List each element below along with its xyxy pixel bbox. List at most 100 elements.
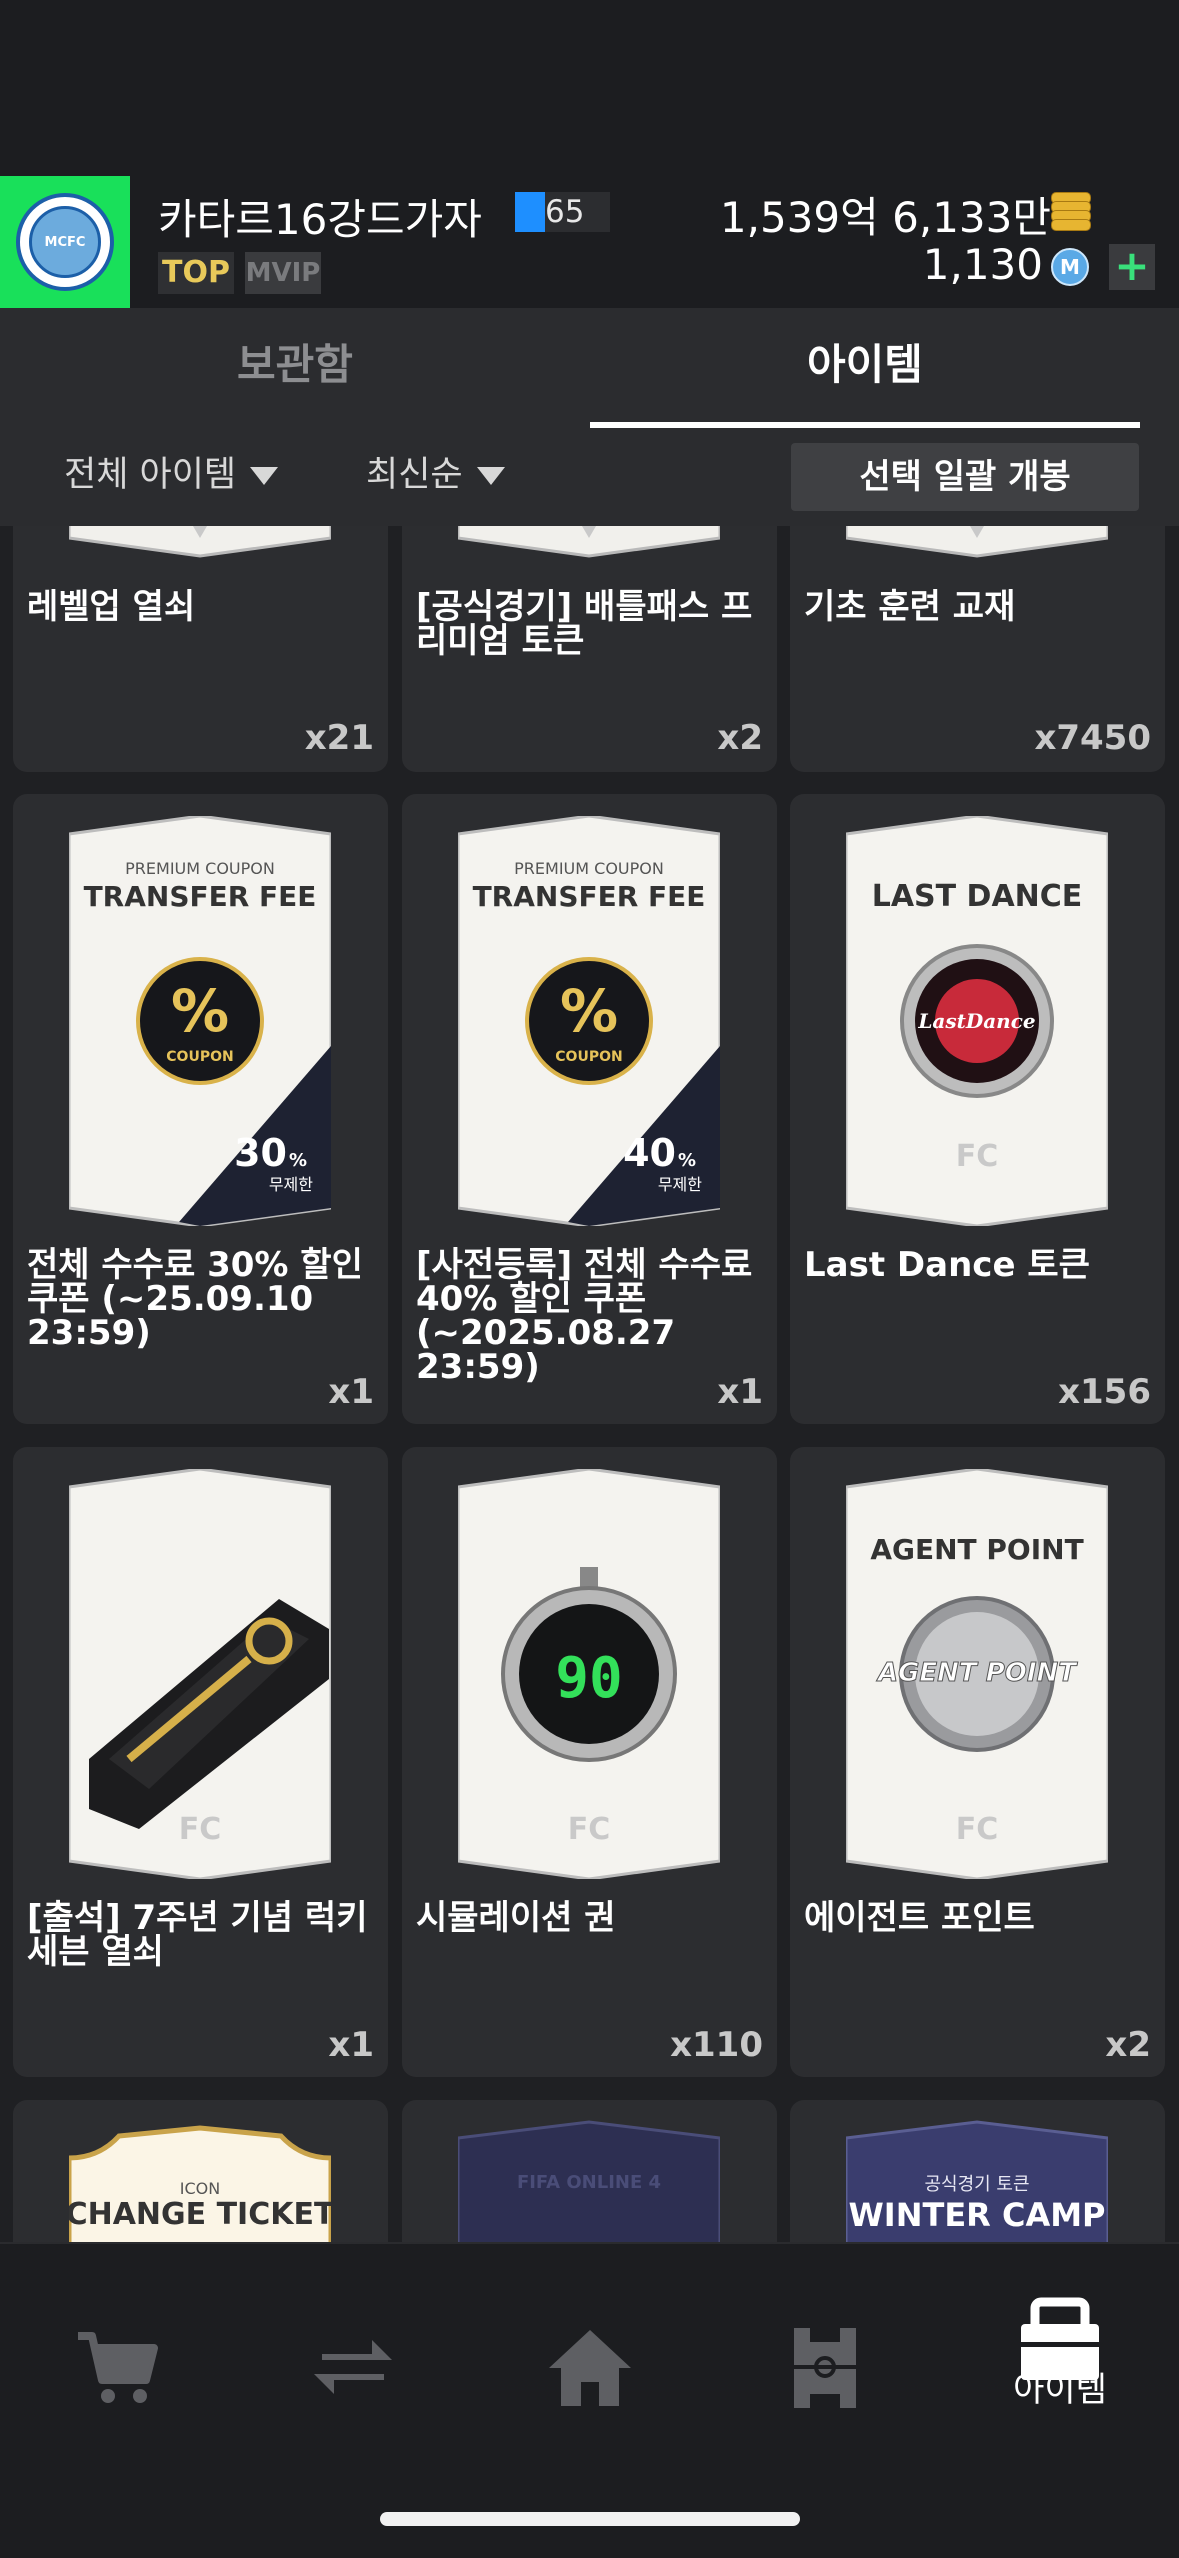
- item-card-art: [458, 526, 720, 558]
- item-name: 기초 훈련 교재: [804, 587, 1016, 627]
- item-card[interactable]: 90 FC 시뮬레이션 권 x110: [402, 1447, 777, 2077]
- card-subtitle: PREMIUM COUPON: [514, 859, 664, 878]
- item-card[interactable]: PREMIUM COUPON TRANSFER FEE % COUPON 40 …: [402, 794, 777, 1424]
- item-card[interactable]: 기초 훈련 교재 x7450: [790, 526, 1165, 772]
- tab-items[interactable]: 아이템: [590, 308, 1140, 428]
- top-badge: TOP: [158, 252, 234, 294]
- item-quantity: x21: [304, 718, 374, 758]
- item-name: [사전등록] 전체 수수료 40% 할인 쿠폰 (~2025.08.27 23:…: [416, 1245, 753, 1387]
- tab-storage[interactable]: 보관함: [0, 308, 590, 428]
- card-subtitle: PREMIUM COUPON: [125, 859, 275, 878]
- discount-value: 40: [623, 1131, 676, 1175]
- item-card[interactable]: FC [출석] 7주년 기념 럭키 세븐 열쇠 x1: [13, 1447, 388, 2077]
- item-quantity: x1: [328, 2025, 374, 2065]
- stopwatch-card-art: 90 FC: [458, 1469, 720, 1879]
- item-name: Last Dance 토큰: [804, 1245, 1090, 1285]
- discount-value: 30: [234, 1131, 287, 1175]
- item-card[interactable]: 공식경기 토큰 WINTER CAMP: [790, 2100, 1165, 2242]
- item-card[interactable]: PREMIUM COUPON TRANSFER FEE % COUPON 30 …: [13, 794, 388, 1424]
- cart-icon[interactable]: [72, 2322, 162, 2412]
- home-indicator[interactable]: [380, 2512, 800, 2526]
- vip-badge: MVIP: [245, 252, 321, 294]
- sort-filter[interactable]: 최신순: [366, 428, 505, 526]
- discount-unit: %: [678, 1150, 696, 1171]
- profile-header: MCFC 카타르16강드가자 65 TOP MVIP 1,539억 6,133만…: [0, 176, 1179, 308]
- item-quantity: x1: [717, 1372, 763, 1412]
- card-subtitle: ICON: [180, 2179, 220, 2198]
- m-coin-icon: M: [1051, 248, 1089, 286]
- transfer-coupon-card-art: PREMIUM COUPON TRANSFER FEE % COUPON 30 …: [69, 816, 331, 1226]
- category-filter[interactable]: 전체 아이템: [64, 428, 279, 526]
- sort-filter-label: 최신순: [366, 455, 463, 495]
- svg-text:FC: FC: [956, 1812, 999, 1847]
- winter-camp-card-art: 공식경기 토큰 WINTER CAMP: [846, 2120, 1108, 2242]
- fifa-online-card-art: FIFA ONLINE 4: [458, 2120, 720, 2242]
- card-title: CHANGE TICKET: [69, 2197, 331, 2232]
- lucky-seven-key-card-art: FC: [69, 1469, 331, 1879]
- tab-bar: 보관함 아이템: [0, 308, 1179, 428]
- item-card[interactable]: LAST DANCE LastDance FC Last Dance 토큰 x1…: [790, 794, 1165, 1424]
- card-subtitle: 공식경기 토큰: [924, 2174, 1029, 2195]
- card-title: AGENT POINT: [870, 1533, 1083, 1566]
- card-title: LAST DANCE: [872, 879, 1083, 914]
- card-title: FIFA ONLINE 4: [517, 2172, 661, 2193]
- svg-text:LastDance: LastDance: [917, 1009, 1035, 1033]
- level-bar-fill: [515, 192, 545, 232]
- club-emblem[interactable]: MCFC: [0, 176, 130, 308]
- discount-unit: %: [289, 1150, 307, 1171]
- coupon-percent-icon: %: [171, 977, 229, 1045]
- last-dance-card-art: LAST DANCE LastDance FC: [846, 816, 1108, 1226]
- coupon-percent-icon: %: [560, 977, 618, 1045]
- svg-text:FC: FC: [956, 1139, 999, 1174]
- icon-change-ticket-card-art: ICON CHANGE TICKET: [69, 2125, 331, 2242]
- item-card-art: [69, 526, 331, 558]
- item-name: 시뮬레이션 권: [416, 1898, 616, 1938]
- bp-currency: 1,539억 6,133만: [719, 193, 1051, 242]
- item-quantity: x1: [328, 1372, 374, 1412]
- bulk-open-button[interactable]: 선택 일괄 개봉: [791, 443, 1139, 511]
- item-quantity: x2: [1105, 2025, 1151, 2065]
- item-quantity: x2: [717, 718, 763, 758]
- discount-note: 무제한: [658, 1175, 702, 1194]
- team-name: 카타르16강드가자: [158, 195, 482, 244]
- item-quantity: x156: [1058, 1372, 1151, 1412]
- svg-text:FC: FC: [179, 1812, 222, 1847]
- agent-point-card-art: AGENT POINT AGENT POINT FC: [846, 1469, 1108, 1879]
- squad-icon[interactable]: [780, 2322, 870, 2412]
- nav-label-items: 아이템: [1013, 2370, 1107, 2410]
- card-title: WINTER CAMP: [849, 2196, 1106, 2234]
- coupon-label: COUPON: [555, 1049, 622, 1065]
- bottom-nav: [0, 2242, 1179, 2558]
- level-indicator: 65: [515, 192, 610, 232]
- add-currency-button[interactable]: +: [1109, 244, 1155, 290]
- svg-text:FC: FC: [568, 1812, 611, 1847]
- item-grid: 레벨업 열쇠 x21 [공식경기] 배틀패스 프리미엄 토큰 x2 기초 훈련 …: [0, 526, 1179, 2242]
- item-card[interactable]: AGENT POINT AGENT POINT FC 에이전트 포인트 x2: [790, 1447, 1165, 2077]
- item-card[interactable]: FIFA ONLINE 4: [402, 2100, 777, 2242]
- transfer-coupon-card-art: PREMIUM COUPON TRANSFER FEE % COUPON 40 …: [458, 816, 720, 1226]
- item-card[interactable]: ICON CHANGE TICKET: [13, 2100, 388, 2242]
- category-filter-label: 전체 아이템: [64, 455, 237, 495]
- m-currency: 1,130: [922, 240, 1043, 289]
- card-title: TRANSFER FEE: [473, 880, 706, 913]
- club-crest-icon: MCFC: [16, 193, 114, 291]
- coupon-label: COUPON: [166, 1049, 233, 1065]
- item-name: 에이전트 포인트: [804, 1898, 1035, 1938]
- level-number: 65: [545, 194, 585, 230]
- coin-stack-icon: [1051, 192, 1091, 231]
- item-quantity: x7450: [1034, 718, 1151, 758]
- item-name: [출석] 7주년 기념 럭키 세븐 열쇠: [27, 1898, 368, 1972]
- agent-point-coin-icon: AGENT POINT: [876, 1658, 1078, 1688]
- home-icon[interactable]: [545, 2322, 635, 2412]
- dropdown-triangle-icon: [250, 467, 279, 485]
- transfer-icon[interactable]: [308, 2322, 398, 2412]
- item-card[interactable]: 레벨업 열쇠 x21: [13, 526, 388, 772]
- discount-note: 무제한: [269, 1175, 313, 1194]
- card-title: TRANSFER FEE: [84, 880, 317, 913]
- timer-display: 90: [555, 1646, 622, 1711]
- item-name: 전체 수수료 30% 할인 쿠폰 (~25.09.10 23:59): [27, 1245, 363, 1353]
- item-name: [공식경기] 배틀패스 프리미엄 토큰: [416, 587, 753, 661]
- crest-text: MCFC: [29, 206, 101, 278]
- item-quantity: x110: [670, 2025, 763, 2065]
- item-card[interactable]: [공식경기] 배틀패스 프리미엄 토큰 x2: [402, 526, 777, 772]
